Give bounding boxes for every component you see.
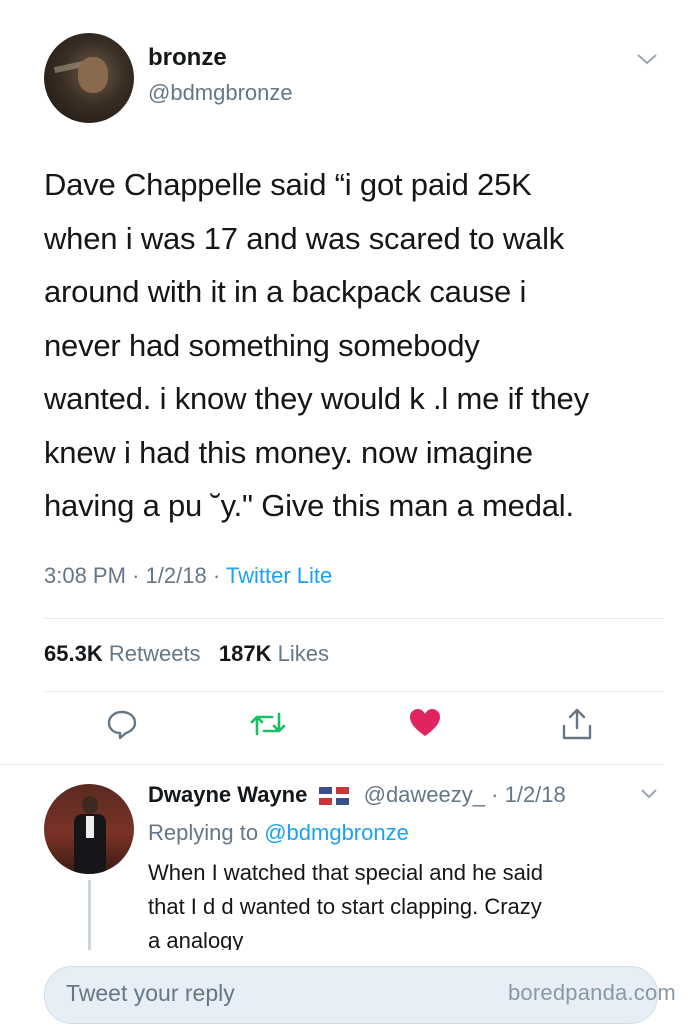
reply-date[interactable]: 1/2/18 — [505, 782, 566, 807]
author-name[interactable]: bronze — [148, 44, 227, 72]
replying-prefix: Replying to — [148, 820, 259, 845]
compose-placeholder: Tweet your reply — [66, 980, 235, 1006]
tweet-time: 3:08 PM — [44, 563, 126, 588]
divider — [44, 691, 664, 692]
meta-separator: · — [132, 563, 140, 588]
dominican-flag-icon — [319, 787, 350, 806]
tweet-meta: 3:08 PM · 1/2/18 · Twitter Lite — [44, 563, 332, 589]
divider — [0, 764, 664, 765]
action-bar — [0, 708, 700, 748]
author-handle[interactable]: @bdmgbronze — [148, 80, 293, 106]
retweets-label[interactable]: Retweets — [109, 641, 201, 666]
meta-separator: · — [491, 782, 499, 807]
author-avatar[interactable] — [44, 33, 134, 123]
tweet-text: Dave Chappelle said “i got paid 25K when… — [44, 167, 589, 523]
heart-icon[interactable] — [408, 706, 442, 740]
replying-to: Replying to @bdmgbronze — [148, 820, 409, 846]
likes-label[interactable]: Likes — [278, 641, 329, 666]
thread-line — [88, 880, 91, 950]
reply-author-handle[interactable]: @daweezy_ — [364, 782, 485, 807]
replying-handle[interactable]: @bdmgbronze — [264, 820, 409, 845]
chevron-down-icon[interactable] — [640, 788, 658, 800]
reply-header: Dwayne Wayne @daweezy_ · 1/2/18 — [148, 782, 566, 808]
reply-author-avatar[interactable] — [44, 784, 134, 874]
meta-separator: · — [212, 563, 221, 588]
retweets-count[interactable]: 65.3K — [44, 641, 103, 666]
reply-text: When I watched that special and he said … — [148, 860, 544, 950]
likes-count[interactable]: 187K — [219, 641, 272, 666]
watermark: boredpanda.com — [508, 980, 676, 1005]
tweet-stats: 65.3K Retweets 187K Likes — [44, 641, 329, 667]
reply-author-name[interactable]: Dwayne Wayne — [148, 782, 307, 807]
tweet-source[interactable]: Twitter Lite — [226, 563, 332, 588]
divider — [44, 618, 664, 619]
tweet-date[interactable]: 1/2/18 — [146, 563, 207, 588]
retweet-icon[interactable] — [248, 708, 288, 740]
share-icon[interactable] — [560, 706, 594, 742]
chevron-down-icon[interactable] — [636, 52, 658, 66]
reply-icon[interactable] — [106, 708, 138, 740]
